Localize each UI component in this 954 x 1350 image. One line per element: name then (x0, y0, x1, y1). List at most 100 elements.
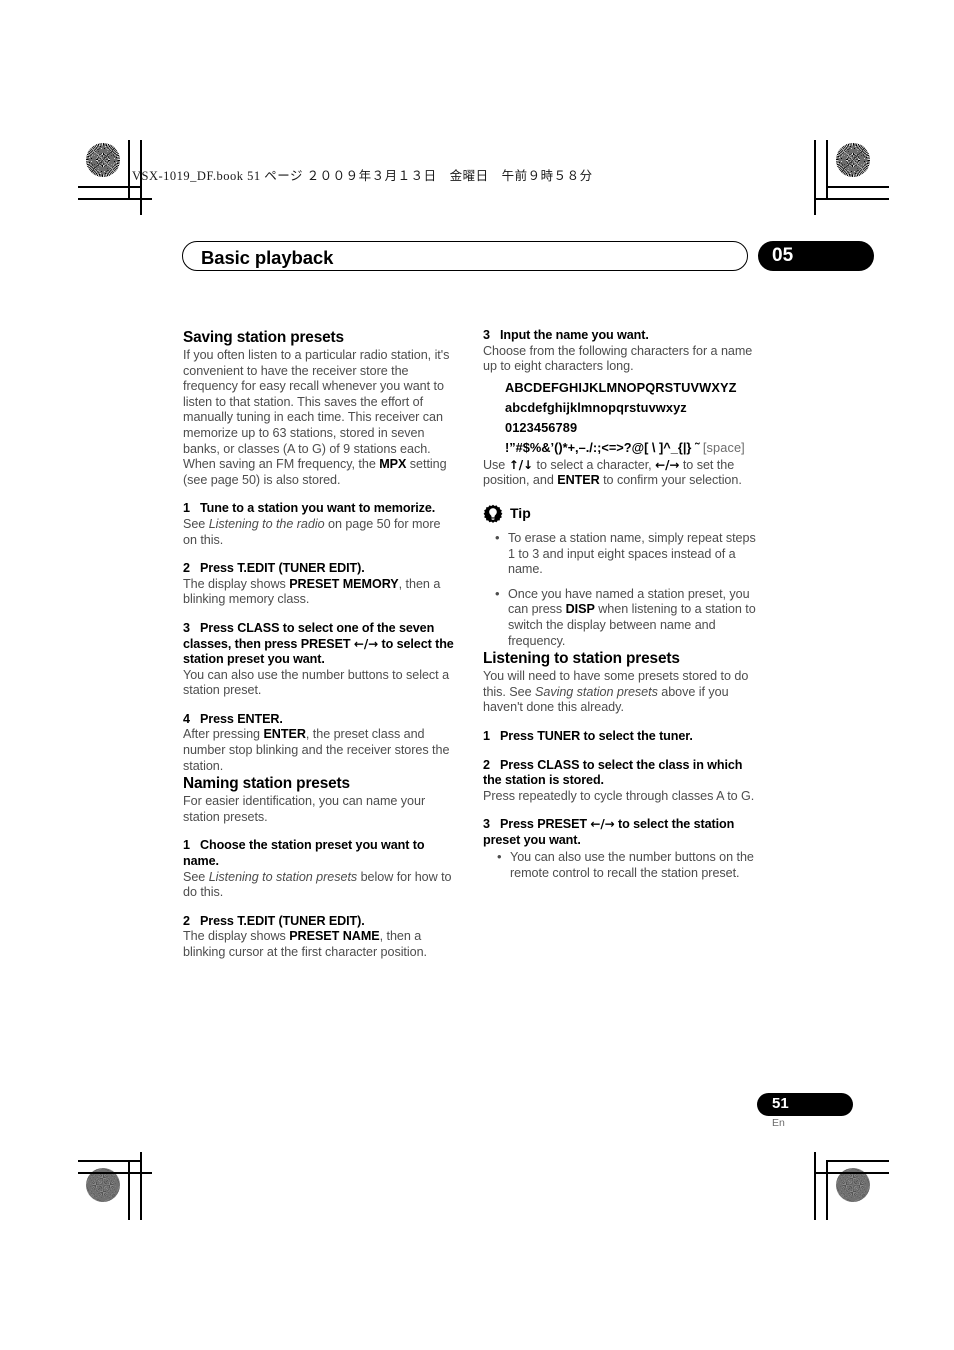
keyword-preset-name: PRESET NAME (289, 929, 380, 944)
step-number: 3 (183, 620, 190, 635)
step-heading: 3 Press PRESET ←/→ to select the station … (483, 817, 757, 848)
page-number: 51 (772, 1095, 789, 1112)
cross-reference-link[interactable]: Listening to station presets (209, 870, 357, 884)
step-heading-text: Press TUNER to select the tuner. (500, 728, 693, 743)
step-body-part1: The display shows (183, 929, 290, 944)
step-heading-text: Press ENTER. (200, 711, 283, 726)
charset-lowercase: abcdefghijklmnopqrstuvwxyz (505, 399, 687, 415)
crop-line (78, 1172, 152, 1174)
step-number: 1 (483, 728, 490, 743)
character-set-list: ABCDEFGHIJKLMNOPQRSTUVWXYZ abcdefghijklm… (483, 378, 757, 458)
left-column: Saving station presets If you often list… (183, 328, 457, 961)
tip-bullet-text: To erase a station name, simply repeat s… (508, 530, 756, 577)
left-right-arrow-icon: ←/→ (590, 817, 615, 832)
gear-lightbulb-icon (483, 504, 503, 523)
crop-line (78, 198, 152, 200)
registration-cross-bottom-left (142, 1165, 176, 1199)
print-header-text: VSX-1019_DF.book 51 ページ ２００９年３月１３日 金曜日 午… (132, 169, 593, 183)
crop-line (826, 140, 828, 200)
step-body: After pressing ENTER, the preset class a… (183, 727, 457, 774)
right-column: 3 Input the name you want. Choose from th… (483, 328, 757, 882)
step-heading-text: Press T.EDIT (TUNER EDIT). (200, 913, 365, 928)
charset-uppercase: ABCDEFGHIJKLMNOPQRSTUVWXYZ (505, 379, 737, 395)
crop-line (128, 140, 130, 200)
cross-reference-link[interactable]: Saving station presets (535, 685, 658, 699)
chapter-title-bar: Basic playback (182, 241, 748, 271)
step-body: Press repeatedly to cycle through classe… (483, 788, 755, 803)
step-body: See Listening to station presets below f… (183, 870, 457, 901)
cross-reference-link[interactable]: Listening to the radio (209, 517, 325, 531)
step-item: 2 Press T.EDIT (TUNER EDIT). The display … (183, 914, 457, 961)
document-page: VSX-1019_DF.book 51 ページ ２００９年３月１３日 金曜日 午… (0, 0, 954, 1350)
keyword-enter: ENTER (557, 473, 600, 488)
step-item: 3 Press CLASS to select one of the seven … (183, 621, 457, 699)
chapter-number: 05 (772, 245, 794, 266)
charset-digits: 0123456789 (505, 419, 578, 435)
step-item: 1 Tune to a station you want to memorize.… (183, 501, 457, 548)
registration-cross-bottom-center (448, 1162, 482, 1196)
step-body-part1: See (183, 516, 209, 531)
intro-text-part1: If you often listen to a particular radi… (183, 348, 450, 472)
step-heading: 1 Choose the station preset you want to n… (183, 838, 457, 869)
registration-cross-right-upper (821, 203, 855, 237)
step-heading: 1 Press TUNER to select the tuner. (483, 729, 757, 745)
crop-line (78, 1160, 140, 1162)
step-item: 1 Choose the station preset you want to n… (183, 838, 457, 900)
saving-presets-intro: If you often listen to a particular radi… (183, 348, 457, 488)
halftone-circle-top-left (86, 143, 120, 177)
step-body-part1: After pressing (183, 727, 264, 742)
page-title: Basic playback (201, 247, 334, 268)
use-part4: to confirm your selection. (599, 473, 742, 488)
keyword-disp: DISP (565, 602, 595, 617)
crop-line (827, 186, 889, 188)
step-item: 4 Press ENTER. After pressing ENTER, the … (183, 712, 457, 774)
use-part2: to select a character, (533, 457, 656, 472)
step-item: 3 Input the name you want. Choose from th… (483, 328, 757, 375)
step-heading: 4 Press ENTER. (183, 712, 457, 728)
step-item: 1 Press TUNER to select the tuner. (483, 729, 757, 745)
crop-line (814, 140, 816, 215)
step-body: See Listening to the radio on page 50 fo… (183, 517, 457, 548)
section-heading-saving-station-presets: Saving station presets (183, 329, 344, 346)
step-item: 3 Press PRESET ←/→ to select the station … (483, 817, 757, 881)
registration-cross-left-middle (99, 656, 133, 690)
step-item: 2 Press T.EDIT (TUNER EDIT). The display … (183, 561, 457, 608)
list-item: Once you have named a station preset, yo… (495, 586, 757, 649)
crop-line (815, 198, 889, 200)
registration-cross-top-right (766, 155, 800, 189)
crop-line (814, 1152, 816, 1220)
step-body: The display shows PRESET MEMORY, then a … (183, 577, 457, 608)
step-body-part1: The display shows (183, 576, 290, 591)
left-right-arrow-icon: ←/→ (353, 636, 379, 651)
step-body-part1: See (183, 869, 209, 884)
left-right-arrow-icon: ←/→ (655, 457, 680, 472)
step-heading-text: Tune to a station you want to memorize. (200, 501, 436, 516)
step-heading: 3 Input the name you want. (483, 328, 757, 344)
use-part1: Use (483, 457, 509, 472)
crop-line (826, 1160, 828, 1220)
list-item: You can also use the number buttons on t… (497, 849, 757, 881)
step-body: Choose from the following characters for… (483, 343, 753, 374)
keyword-preset-memory: PRESET MEMORY (289, 576, 399, 591)
charset-symbols: !”#$%&’()*+,–./:;<=>?@[ \ ]^_{|} ˜ (505, 439, 700, 455)
step-number: 4 (183, 711, 190, 726)
registration-cross-left-lower (101, 1110, 135, 1144)
listening-presets-intro: You will need to have some presets store… (483, 669, 757, 716)
tip-header: Tip (483, 503, 757, 525)
step-bullet-list: You can also use the number buttons on t… (483, 849, 757, 881)
step-heading-text: Choose the station preset you want to na… (183, 838, 425, 869)
crop-line (815, 1172, 889, 1174)
crop-line (78, 186, 140, 188)
page-language-code: En (772, 1117, 785, 1129)
charset-symbols-row: !”#$%&’()*+,–./:;<=>?@[ \ ]^_{|} ˜ [spac… (505, 438, 757, 458)
keyword-enter: ENTER (263, 727, 306, 742)
step-body: The display shows PRESET NAME, then a bl… (183, 929, 457, 960)
tip-bullet-list: To erase a station name, simply repeat s… (483, 530, 757, 649)
naming-presets-intro: For easier identification, you can name … (183, 794, 426, 824)
registration-cross-bottom-right (766, 1165, 800, 1199)
step-heading-part1: Press PRESET (500, 817, 591, 832)
up-down-arrow-icon: ↑/↓ (508, 457, 534, 472)
step-number: 2 (183, 913, 190, 928)
step-number: 2 (483, 757, 490, 772)
step-item: 2 Press CLASS to select the class in whic… (483, 758, 757, 805)
